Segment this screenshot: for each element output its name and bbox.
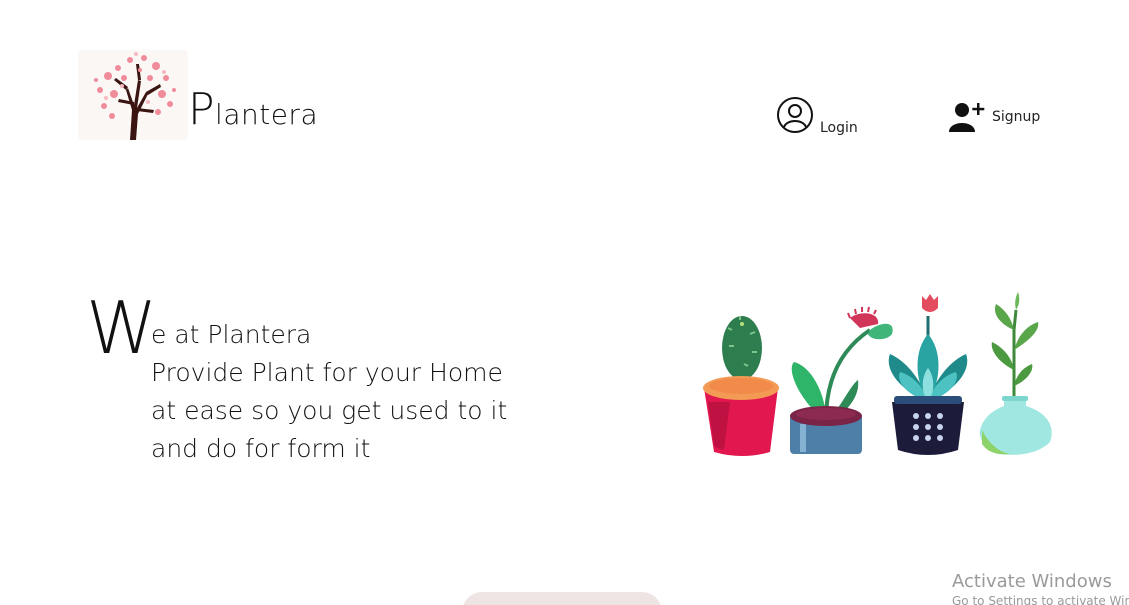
logo-tree-icon[interactable] bbox=[78, 50, 188, 140]
user-plus-icon bbox=[948, 100, 986, 136]
hero-line-4: and do for form it bbox=[151, 434, 371, 463]
succulent-plant-icon bbox=[888, 294, 968, 455]
hero-dropcap: W bbox=[86, 286, 158, 370]
brand-name[interactable]: P lantera bbox=[188, 88, 318, 132]
brand-rest: lantera bbox=[215, 98, 319, 131]
hero-lines: e at Plantera Provide Plant for your Hom… bbox=[151, 316, 507, 468]
watermark-subtitle: Go to Settings to activate Windows. bbox=[952, 594, 1129, 605]
potted-plants-illustration bbox=[700, 290, 1060, 460]
hero-line-3: at ease so you get used to it bbox=[151, 396, 508, 425]
bottom-action-button[interactable] bbox=[462, 592, 662, 605]
flytrap-plant-icon bbox=[790, 306, 893, 454]
brand-initial: P bbox=[188, 84, 216, 135]
hero-line-1: e at Plantera bbox=[151, 320, 312, 349]
activate-windows-watermark: Activate Windows Go to Settings to activ… bbox=[952, 571, 1129, 605]
signup-label: Signup bbox=[992, 109, 1041, 125]
watermark-title: Activate Windows bbox=[952, 571, 1112, 592]
hero-line-2: Provide Plant for your Home bbox=[151, 358, 503, 387]
cactus-plant-icon bbox=[703, 316, 779, 456]
user-circle-icon bbox=[776, 96, 814, 138]
login-label: Login bbox=[820, 120, 858, 136]
signup-link[interactable]: Signup bbox=[948, 100, 1040, 136]
login-link[interactable]: Login bbox=[776, 96, 858, 138]
page-root: P lantera Login Signup W e at Plantera P… bbox=[0, 0, 1129, 605]
vase-plant-icon bbox=[979, 292, 1052, 455]
